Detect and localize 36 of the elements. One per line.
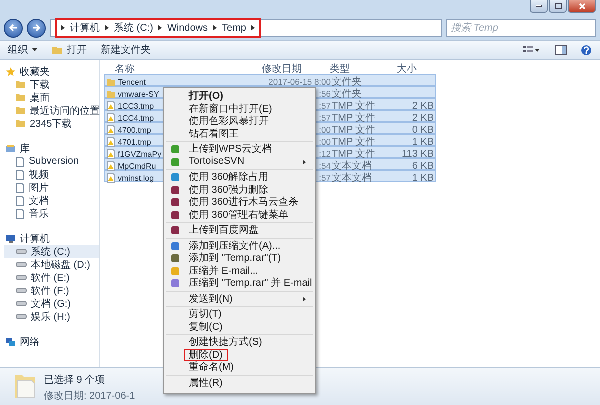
file-name: MpCmdRu bbox=[118, 162, 156, 170]
table-cell-text: TMP 文件 bbox=[331, 124, 377, 136]
table-cell: :00 bbox=[319, 125, 331, 135]
table-cell: :57 bbox=[319, 113, 331, 123]
table-cell-text: TMP 文件 bbox=[331, 100, 377, 112]
table-cell-text: 113 KB bbox=[400, 148, 435, 160]
file-name: 1CC3.tmp bbox=[118, 102, 154, 110]
table-cell-text: 文件夹 bbox=[331, 88, 363, 100]
table-cell-text: 文件夹 bbox=[331, 76, 363, 88]
file-name: Tencent bbox=[118, 78, 146, 86]
file-name: 4701.tmp bbox=[118, 138, 152, 146]
table-cell-text: 6 KB bbox=[411, 160, 435, 172]
table-cell: :00 bbox=[319, 137, 331, 147]
table-cell: :12 bbox=[319, 149, 331, 159]
table-cell: 2017-06-15 8:00 bbox=[268, 77, 331, 87]
file-name: 4700.tmp bbox=[118, 126, 152, 134]
table-cell-text: 文本文档 bbox=[331, 172, 373, 185]
table-cell-text: 1 KB bbox=[411, 172, 435, 184]
table-cell: :57 bbox=[319, 173, 331, 183]
file-name: 1CC4.tmp bbox=[118, 114, 154, 122]
table-cell-text: 文本文档 bbox=[331, 160, 373, 172]
table-cell: :56 bbox=[319, 89, 331, 99]
modified-date: 修改日期: 2017-06-1 bbox=[44, 390, 136, 403]
table-cell-text: TMP 文件 bbox=[331, 112, 377, 124]
selection-count: 已选择 9 个项 bbox=[44, 374, 106, 387]
table-cell-text: TMP 文件 bbox=[331, 148, 377, 160]
file-name: vminst.log bbox=[118, 174, 154, 182]
table-cell-text: 1 KB bbox=[411, 136, 435, 148]
table-cell: :57 bbox=[319, 101, 331, 111]
table-cell-text: TMP 文件 bbox=[331, 136, 377, 148]
table-cell-text: 2 KB bbox=[411, 100, 435, 112]
table-cell-text: 0 KB bbox=[411, 124, 435, 136]
table-cell: :54 bbox=[319, 161, 331, 171]
table-cell-text: 2 KB bbox=[411, 112, 435, 124]
file-name: f1GVZmaPy bbox=[118, 150, 162, 158]
file-name: vmware-SY bbox=[118, 90, 160, 98]
